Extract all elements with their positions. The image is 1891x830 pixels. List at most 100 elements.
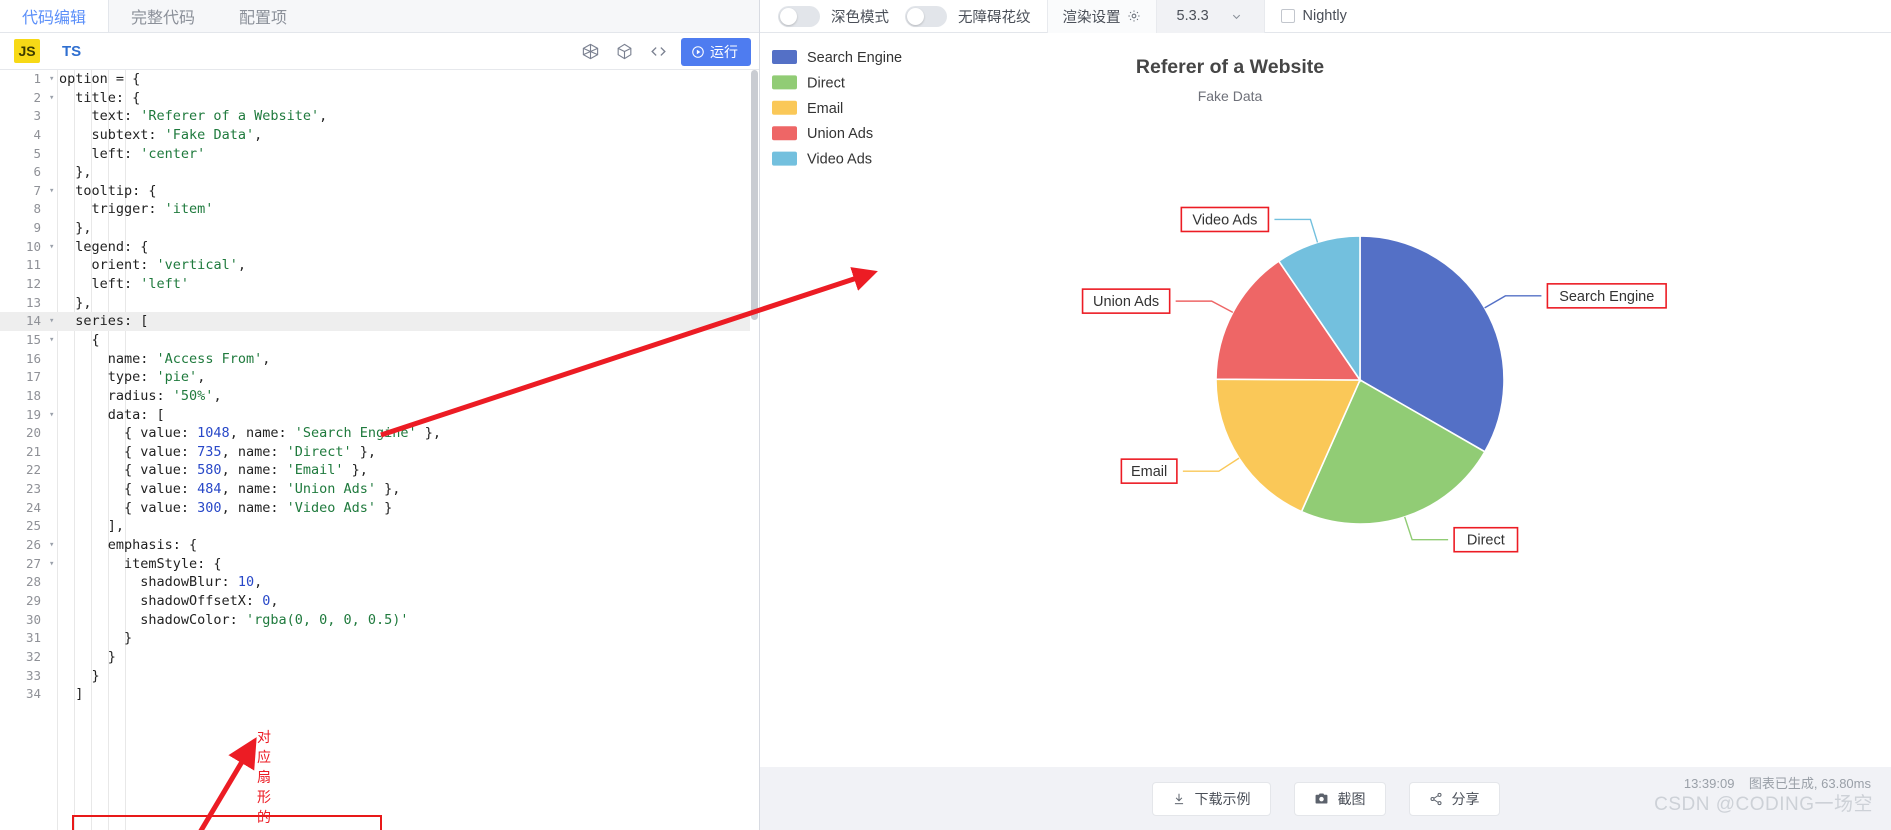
fold-toggle[interactable]: ▾ — [48, 89, 59, 108]
code-text: { value: 580, name: 'Email' }, — [59, 462, 368, 479]
code-line: 30 shadowColor: 'rgba(0, 0, 0, 0.5)' — [0, 611, 759, 630]
fold-toggle[interactable]: ▾ — [48, 536, 59, 555]
render-settings-button[interactable]: 渲染设置 — [1046, 0, 1157, 33]
line-number: 4 — [33, 126, 41, 142]
fold-toggle[interactable]: ▾ — [48, 70, 59, 89]
nightly-checkbox-row[interactable]: Nightly — [1280, 8, 1347, 24]
code-text: type: 'pie', — [59, 369, 206, 386]
code-line: 13 }, — [0, 294, 759, 313]
fold-toggle — [48, 629, 59, 648]
editor-scrollbar[interactable] — [750, 70, 759, 830]
run-button[interactable]: 运行 — [681, 37, 751, 66]
line-number: 19 — [25, 406, 41, 422]
legend-item[interactable]: Email — [772, 100, 843, 117]
code-editor-pane: 代码编辑 完整代码 配置项 JS TS 运行 1 ▾ option = {2 … — [0, 0, 760, 830]
line-number: 32 — [25, 648, 41, 664]
code-text: ], — [59, 518, 125, 535]
tab-config-options[interactable]: 配置项 — [217, 0, 309, 32]
pie-slice-label: Union Ads — [1093, 294, 1159, 310]
fold-toggle — [48, 517, 59, 536]
fold-toggle[interactable]: ▾ — [48, 331, 59, 350]
download-example-button[interactable]: 下载示例 — [1151, 781, 1271, 816]
line-number: 3 — [33, 108, 41, 124]
pie-slice-label: Email — [1131, 464, 1167, 480]
line-number: 8 — [33, 201, 41, 217]
fold-toggle — [48, 368, 59, 387]
fold-toggle — [48, 611, 59, 630]
legend-item[interactable]: Search Engine — [772, 50, 902, 66]
legend-item[interactable]: Union Ads — [772, 126, 873, 142]
fold-toggle[interactable]: ▾ — [48, 238, 59, 257]
version-select[interactable]: 5.3.3 — [1156, 0, 1265, 33]
code-icon[interactable] — [641, 33, 675, 70]
version-value: 5.3.3 — [1176, 8, 1209, 24]
code-text: legend: { — [59, 238, 149, 255]
code-line: 18 radius: '50%', — [0, 387, 759, 406]
legend-item[interactable]: Direct — [772, 75, 845, 91]
fold-toggle — [48, 275, 59, 294]
share-nodes-icon[interactable] — [573, 33, 607, 70]
fold-toggle — [48, 443, 59, 462]
code-text: itemStyle: { — [59, 555, 222, 572]
share-button[interactable]: 分享 — [1408, 781, 1500, 816]
fold-toggle — [48, 145, 59, 164]
tab-code-edit[interactable]: 代码编辑 — [0, 0, 110, 32]
legend-item[interactable]: Video Ads — [772, 151, 872, 168]
fold-toggle[interactable]: ▾ — [48, 312, 59, 331]
run-button-label: 运行 — [710, 43, 738, 60]
pie-slice-label: Direct — [1467, 533, 1505, 549]
fold-toggle — [48, 107, 59, 126]
code-line: 28 shadowBlur: 10, — [0, 573, 759, 592]
dark-mode-toggle[interactable] — [778, 5, 820, 27]
code-text: shadowBlur: 10, — [59, 574, 263, 591]
code-text: subtext: 'Fake Data', — [59, 126, 263, 143]
code-text: { value: 484, name: 'Union Ads' }, — [59, 481, 401, 498]
chart-subtitle: Fake Data — [1198, 88, 1263, 104]
cube-icon[interactable] — [607, 33, 641, 70]
fold-toggle — [48, 424, 59, 443]
pie-slice-label: Search Engine — [1559, 289, 1654, 305]
line-number: 12 — [25, 276, 41, 292]
fold-toggle — [48, 461, 59, 480]
pie-chart[interactable]: Referer of a Website Fake Data Search Engi… — [760, 33, 1891, 767]
code-line: 20 { value: 1048, name: 'Search Engine' … — [0, 424, 759, 443]
fold-toggle — [48, 200, 59, 219]
lang-js-button[interactable]: JS — [14, 39, 40, 63]
code-text-area[interactable]: 1 ▾ option = {2 ▾ title: {3 text: 'Referer … — [0, 70, 759, 830]
line-number: 24 — [25, 499, 41, 515]
line-number: 10 — [25, 238, 41, 254]
screenshot-button[interactable]: 截图 — [1293, 781, 1386, 816]
fold-toggle — [48, 648, 59, 667]
tab-full-code[interactable]: 完整代码 — [109, 0, 217, 32]
line-number: 29 — [25, 592, 41, 608]
code-text: }, — [59, 294, 92, 311]
lang-ts-button[interactable]: TS — [62, 43, 81, 60]
fold-toggle — [48, 126, 59, 145]
code-text: { value: 1048, name: 'Search Engine' }, — [59, 425, 442, 442]
code-text: } — [59, 630, 133, 647]
fold-toggle[interactable]: ▾ — [48, 555, 59, 574]
code-text: } — [59, 667, 100, 684]
code-line: 7 ▾ tooltip: { — [0, 182, 759, 201]
accessible-pattern-toggle-knob — [907, 7, 924, 25]
code-text: ] — [59, 686, 84, 703]
accessible-pattern-toggle[interactable] — [905, 5, 947, 27]
code-line: 15 ▾ { — [0, 331, 759, 350]
code-text: title: { — [59, 89, 141, 106]
watermark: CSDN @CODING一场空 — [1654, 794, 1873, 815]
code-line: 10 ▾ legend: { — [0, 238, 759, 257]
code-text: { — [59, 331, 100, 348]
legend-label: Search Engine — [807, 50, 902, 66]
preview-bottom-bar: 下载示例 截图 分享 13:39:09 图表已生成, 63.80ms CSDN … — [760, 767, 1891, 830]
line-number: 9 — [33, 220, 41, 236]
code-line: 19 ▾ data: [ — [0, 406, 759, 425]
line-number: 25 — [25, 518, 41, 534]
fold-toggle[interactable]: ▾ — [48, 406, 59, 425]
fold-toggle[interactable]: ▾ — [48, 182, 59, 201]
code-line: 33 } — [0, 667, 759, 686]
nightly-checkbox[interactable] — [1280, 9, 1295, 23]
code-line: 12 left: 'left' — [0, 275, 759, 294]
language-bar: JS TS 运行 — [0, 33, 759, 70]
line-number: 22 — [25, 462, 41, 478]
editor-scrollbar-thumb[interactable] — [751, 70, 758, 320]
